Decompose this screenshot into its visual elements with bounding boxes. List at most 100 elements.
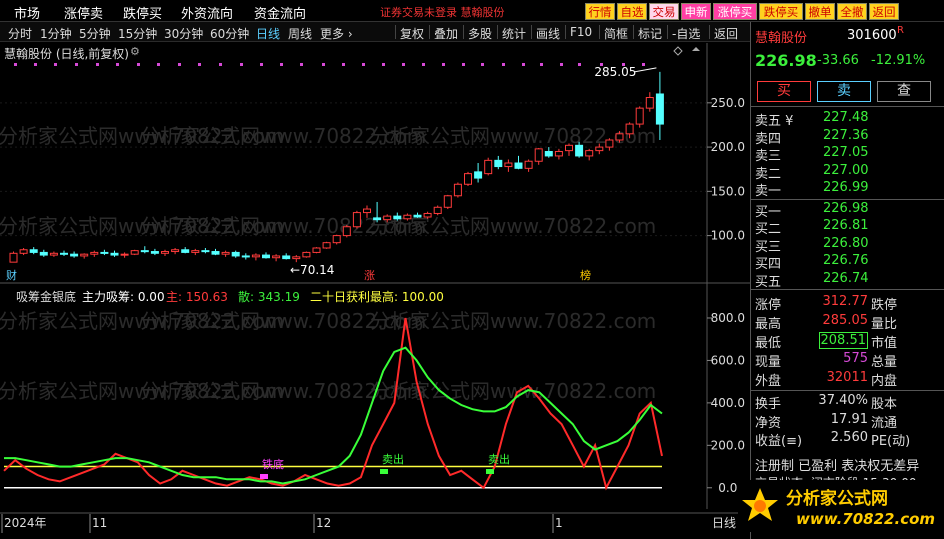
period-2[interactable]: 5分钟 [79, 25, 111, 42]
top-marker [34, 63, 37, 66]
top-marker [137, 63, 140, 66]
candle-body [494, 159, 503, 168]
stock-name: 慧翰股份 [755, 31, 808, 46]
gain-label: 二十日获利最高: 100.00 [310, 290, 444, 304]
quick-button-7[interactable]: 全撤 [837, 3, 867, 20]
quote-panel: 慧翰股份 301600 R 226.98 -33.66 -12.91% 买 卖 … [750, 22, 944, 539]
stat-label: 最低 [755, 336, 782, 351]
query-button[interactable]: 查 [877, 81, 931, 102]
settings-icon[interactable]: ⚙ [130, 45, 140, 58]
bid-price: 226.80 [823, 235, 869, 251]
top-marker [522, 63, 525, 66]
bid-price: 226.74 [823, 270, 869, 286]
stat-value: 2.560 [830, 430, 868, 445]
book-divider [751, 198, 944, 200]
tag-marker [486, 469, 494, 474]
period-4[interactable]: 30分钟 [164, 25, 203, 42]
quick-button-8[interactable]: 返回 [869, 3, 899, 20]
tool-7[interactable]: 标记 [638, 25, 662, 42]
bid-label: 买五 [755, 274, 782, 290]
candle-body [29, 249, 38, 253]
menu-capital-flow[interactable]: 资金流向 [254, 3, 306, 22]
login-notice: 证券交易未登录 慧翰股份 [380, 6, 505, 19]
watermark: 分析家公式网www.70822.com [370, 309, 656, 333]
stat-value: 208.51 [818, 332, 868, 349]
period-1[interactable]: 1分钟 [40, 25, 72, 42]
buy-button[interactable]: 买 [757, 81, 811, 102]
tool-4[interactable]: 画线 [536, 25, 560, 42]
quick-button-4[interactable]: 涨停买 [713, 3, 757, 20]
toolbar-separator [633, 25, 634, 39]
period-0[interactable]: 分时 [8, 25, 32, 42]
period-5[interactable]: 60分钟 [210, 25, 249, 42]
sell-button[interactable]: 卖 [817, 81, 871, 102]
menu-market[interactable]: 市场 [14, 3, 40, 22]
stats-divider [751, 390, 944, 391]
menu-limit-down-buy[interactable]: 跌停买 [123, 3, 162, 22]
menu-limit-up-sell[interactable]: 涨停卖 [64, 3, 103, 22]
x-axis-label: 2024年 [4, 516, 47, 530]
period-7[interactable]: 周线 [288, 25, 312, 42]
stat-label-2: 市值 [871, 336, 898, 351]
candle-body [575, 144, 584, 157]
stat-value: 285.05 [822, 313, 869, 328]
book-divider [751, 289, 944, 290]
tool-9[interactable]: 返回 [714, 25, 738, 42]
candle-body [140, 250, 149, 253]
period-8[interactable]: 更多 › [320, 25, 353, 42]
candle-body [514, 162, 523, 169]
quick-button-2[interactable]: 交易 [649, 3, 679, 20]
logo-url: www.70822.com [796, 510, 935, 528]
quick-button-0[interactable]: 行情 [585, 3, 615, 20]
quick-button-3[interactable]: 申新 [681, 3, 711, 20]
indicator-ytick-label: 200.0 [711, 438, 745, 452]
tool-1[interactable]: 叠加 [434, 25, 458, 42]
candle-body [443, 195, 452, 208]
toolbar-separator [497, 25, 498, 39]
status-tags: 注册制 已盈利 表决权无差异 [755, 459, 920, 474]
stat-label: 收益(≡) [755, 434, 803, 449]
tool-6[interactable]: 简框 [604, 25, 628, 42]
tool-2[interactable]: 多股 [468, 25, 492, 42]
indicator-name[interactable]: 吸筹金银底 [16, 288, 76, 305]
tool-0[interactable]: 复权 [400, 25, 424, 42]
candle-body [251, 254, 260, 258]
top-marker [280, 63, 283, 66]
candle-body [534, 148, 543, 162]
candle-body [191, 250, 200, 253]
period-3[interactable]: 15分钟 [118, 25, 157, 42]
period-6[interactable]: 日线 [256, 25, 280, 42]
zhuli-label: 主力吸筹: 0.00 [82, 290, 165, 304]
candle-body [625, 123, 634, 135]
price-change-pct: -12.91% [871, 53, 926, 68]
candle-body [383, 215, 392, 221]
candle-body [60, 252, 68, 255]
divider [751, 106, 944, 107]
candle-body [231, 251, 240, 257]
candle-body [423, 212, 432, 218]
candle-body [90, 251, 99, 255]
menu-foreign-flow[interactable]: 外资流向 [181, 3, 233, 22]
candle-body [393, 215, 402, 220]
site-logo: 分析家公式网 www.70822.com [738, 480, 938, 532]
top-marker [502, 63, 505, 66]
candle-body [80, 253, 89, 257]
tool-5[interactable]: F10 [570, 25, 592, 39]
top-marker [322, 63, 325, 66]
quick-button-5[interactable]: 跌停买 [759, 3, 803, 20]
quick-button-6[interactable]: 撤单 [805, 3, 835, 20]
candle-body [453, 183, 462, 197]
stat-label-2: 跌停 [871, 298, 898, 313]
top-marker [578, 63, 581, 66]
tool-3[interactable]: 统计 [502, 25, 526, 42]
top-marker [481, 63, 484, 66]
tool-8[interactable]: -自选 [672, 25, 700, 42]
price-change: -33.66 [817, 53, 859, 68]
candle-body [484, 159, 493, 175]
kline-ytick-label: 150.0 [711, 184, 745, 198]
candle-body [171, 249, 180, 253]
stat-value: 17.91 [830, 411, 868, 427]
quick-button-1[interactable]: 自选 [617, 3, 647, 20]
stock-code: 301600 [847, 28, 897, 43]
top-marker [402, 63, 405, 66]
